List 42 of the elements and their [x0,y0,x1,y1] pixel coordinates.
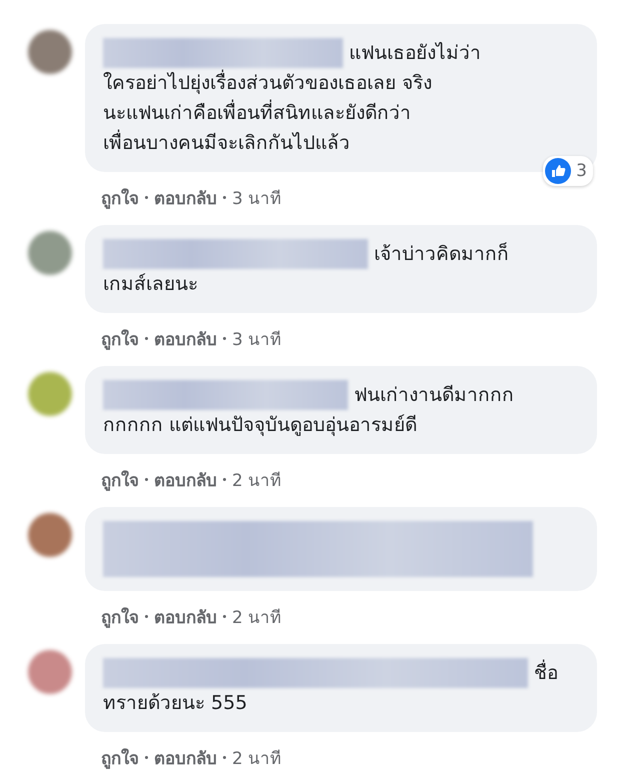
comment-text: เพื่อนบางคนมีจะเลิกกันไปแล้ว [103,128,350,158]
like-link[interactable]: ถูกใจ [101,184,139,211]
comment-text: ทรายด้วยนะ 555 [103,691,248,716]
thumbs-up-icon [545,158,572,184]
reaction-badge[interactable]: 3 [543,156,593,186]
avatar[interactable] [28,650,72,694]
reply-link[interactable]: ตอบกลับ [154,466,217,493]
avatar[interactable] [28,231,72,275]
avatar[interactable] [28,30,72,74]
separator-dot-icon [145,337,148,340]
separator-dot-icon [223,756,226,759]
reply-link[interactable]: ตอบกลับ [154,603,217,630]
separator-dot-icon [145,615,148,618]
comment-text: เกมส์เลยนะ [103,272,198,297]
separator-dot-icon [223,196,226,199]
comment-text: กกกกก แต่แฟนปัจจุบันดูอบอุ่นอารมย์ดี [103,413,418,438]
timestamp[interactable]: 3 นาที [232,184,282,211]
reply-link[interactable]: ตอบกลับ [154,325,217,352]
separator-dot-icon [223,478,226,481]
reply-link[interactable]: ตอบกลับ [154,184,217,211]
like-link[interactable]: ถูกใจ [101,744,139,771]
separator-dot-icon [223,615,226,618]
separator-dot-icon [145,478,148,481]
separator-dot-icon [145,196,148,199]
comment-text: เจ้าบ่าวคิดมากก็ [374,241,509,267]
like-link[interactable]: ถูกใจ [101,466,139,493]
comment-text: ชื่อ [534,658,558,688]
timestamp[interactable]: 3 นาที [232,325,282,352]
separator-dot-icon [223,337,226,340]
like-link[interactable]: ถูกใจ [101,325,139,352]
timestamp[interactable]: 2 นาที [232,466,282,493]
comment-text: นะแฟนเก่าคือเพื่อนที่สนิทและยังดีกว่า [103,98,411,128]
avatar[interactable] [28,372,72,416]
comment-text: แฟนเธอยังไม่ว่า [349,41,481,66]
like-link[interactable]: ถูกใจ [101,603,139,630]
timestamp[interactable]: 2 นาที [232,603,282,630]
comment-text: ฟนเก่างานดีมากกก [354,383,514,408]
reply-link[interactable]: ตอบกลับ [154,744,217,771]
timestamp[interactable]: 2 นาที [232,744,282,771]
avatar[interactable] [28,513,72,557]
comment-text: ใครอย่าไปยุ่งเรื่องส่วนตัวของเธอเลย จริง [103,68,432,98]
separator-dot-icon [145,756,148,759]
